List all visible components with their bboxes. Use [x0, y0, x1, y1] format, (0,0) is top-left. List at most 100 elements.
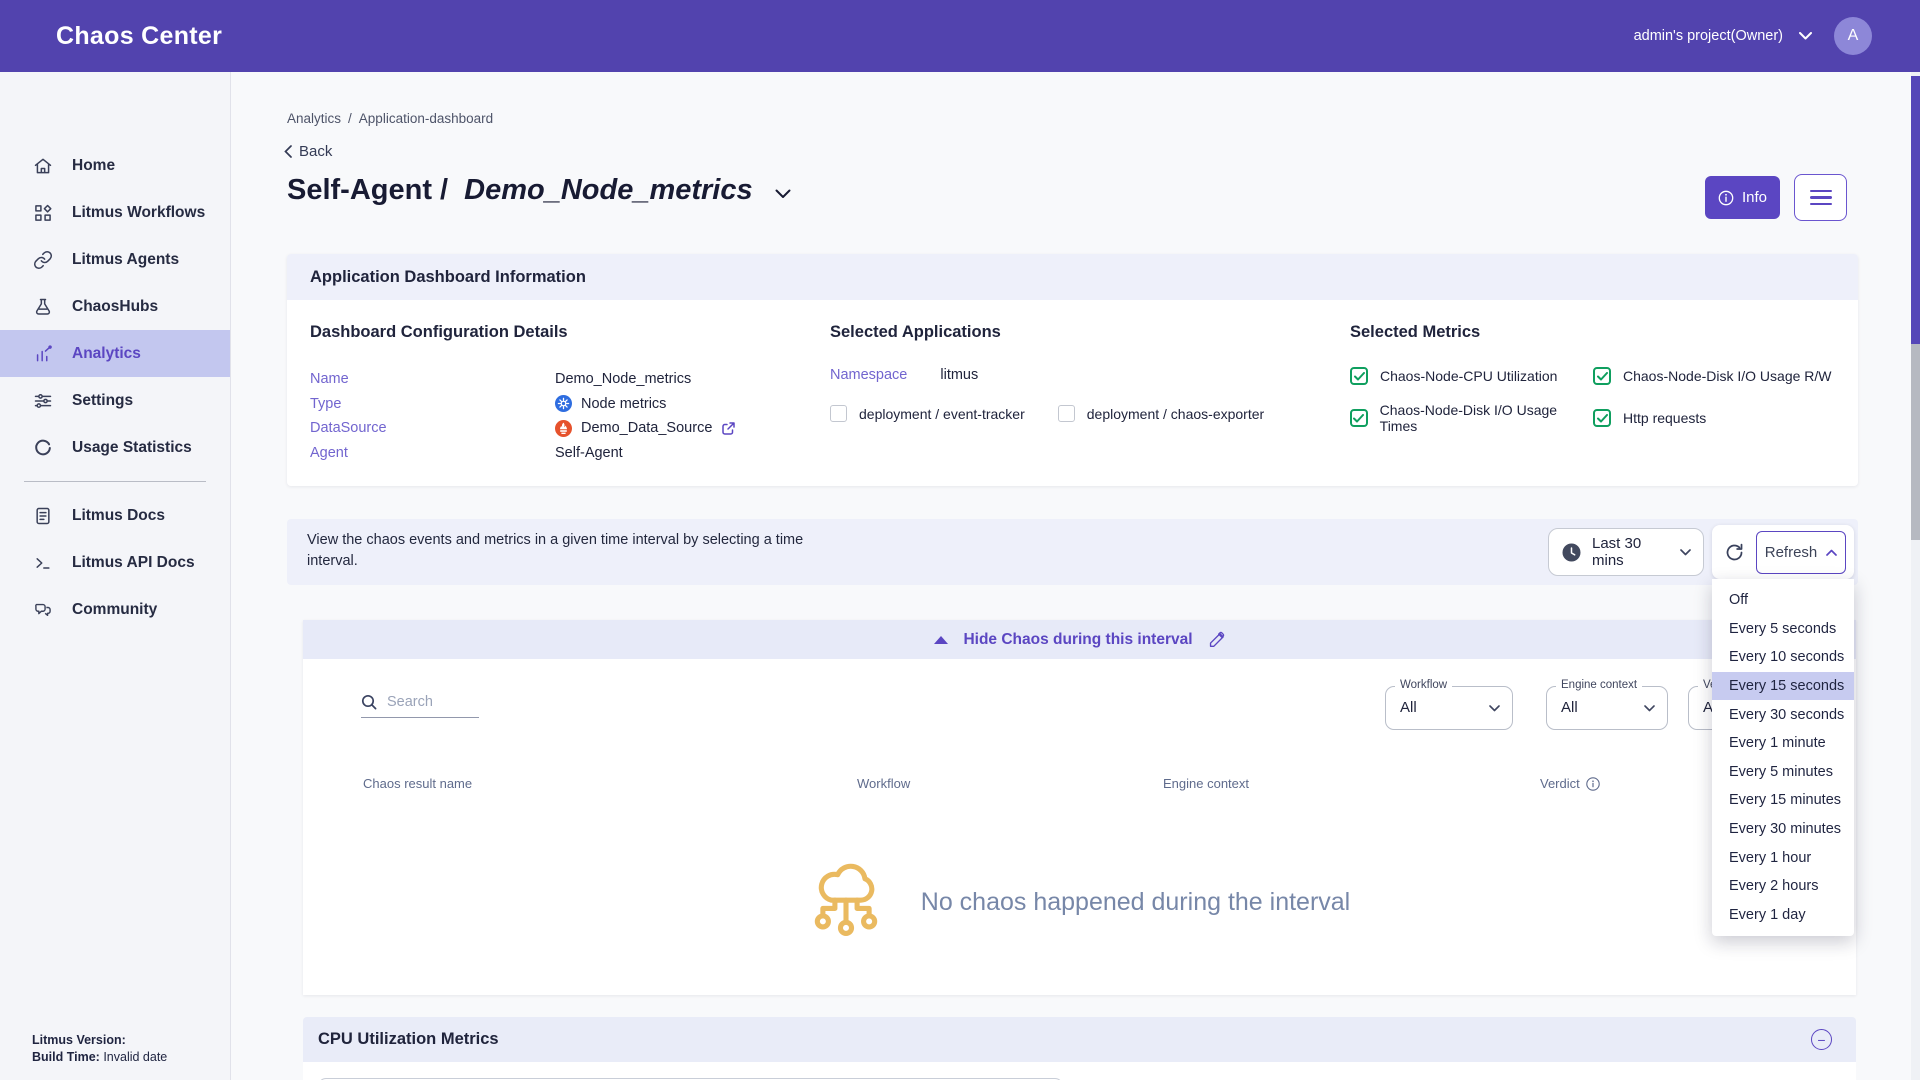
chevron-down-icon — [1799, 32, 1812, 40]
sidebar-item-label: Litmus API Docs — [72, 554, 195, 572]
application-checkbox-event-tracker: deployment / event-tracker — [830, 405, 1025, 422]
sidebar-item-label: Settings — [72, 392, 133, 410]
breadcrumb-application-dashboard[interactable]: Application-dashboard — [359, 111, 493, 126]
info-button[interactable]: Info — [1705, 176, 1780, 219]
checkbox-checked[interactable] — [1593, 367, 1611, 385]
menu-item-every-1-day[interactable]: Every 1 day — [1712, 901, 1854, 930]
menu-item-every-2-hours[interactable]: Every 2 hours — [1712, 872, 1854, 901]
column-header-verdict: Verdict — [1540, 776, 1600, 791]
selected-applications: Selected Applications Namespace litmus d… — [830, 323, 1264, 422]
scrollbar-thumb-secondary[interactable] — [1911, 344, 1920, 540]
column-header-workflow: Workflow — [857, 776, 910, 791]
scrollbar-track[interactable] — [1911, 72, 1920, 1080]
build-time-label: Build Time: — [32, 1050, 100, 1064]
menu-item-every-10-seconds[interactable]: Every 10 seconds — [1712, 643, 1854, 672]
menu-item-every-15-seconds[interactable]: Every 15 seconds — [1712, 672, 1854, 701]
refresh-interval-menu: Off Every 5 seconds Every 10 seconds Eve… — [1712, 579, 1854, 936]
checkbox-checked[interactable] — [1350, 409, 1368, 427]
engine-context-filter-select[interactable]: Engine context All — [1546, 686, 1668, 730]
config-row-datasource: DataSource Demo_Data_Source — [310, 416, 736, 441]
menu-item-every-5-minutes[interactable]: Every 5 minutes — [1712, 758, 1854, 787]
sidebar-item-litmus-agents[interactable]: Litmus Agents — [0, 236, 230, 283]
sidebar-item-label: Analytics — [72, 345, 141, 363]
chevron-left-icon — [284, 145, 292, 158]
breadcrumb-separator: / — [348, 111, 352, 126]
chevron-down-icon[interactable] — [775, 189, 791, 199]
column-header-chaos-result-name: Chaos result name — [363, 776, 472, 791]
cpu-utilization-metrics-body — [303, 1062, 1856, 1080]
hamburger-icon — [1810, 190, 1832, 193]
filter-value: All — [1400, 699, 1417, 716]
dashboard-configuration-details: Dashboard Configuration Details Name Dem… — [310, 323, 736, 465]
sidebar-item-chaoshubs[interactable]: ChaosHubs — [0, 283, 230, 330]
search-input[interactable] — [385, 693, 475, 711]
menu-item-every-1-minute[interactable]: Every 1 minute — [1712, 729, 1854, 758]
scrollbar-thumb[interactable] — [1911, 76, 1920, 344]
sidebar-item-label: Litmus Workflows — [72, 204, 205, 222]
breadcrumb: Analytics / Application-dashboard — [287, 111, 493, 126]
menu-item-off[interactable]: Off — [1712, 586, 1854, 615]
refresh-controls: Refresh — [1712, 525, 1854, 579]
sidebar-item-label: Litmus Agents — [72, 251, 179, 269]
workflows-icon — [33, 203, 53, 223]
menu-item-every-15-minutes[interactable]: Every 15 minutes — [1712, 786, 1854, 815]
dashboard-menu-button[interactable] — [1794, 174, 1847, 221]
build-time-value: Invalid date — [103, 1050, 167, 1064]
chaos-center-app: Chaos Center admin's project(Owner) A Ho… — [0, 0, 1920, 1080]
metric-checkbox-cpu-utilization: Chaos-Node-CPU Utilization — [1350, 367, 1593, 385]
menu-item-every-30-seconds[interactable]: Every 30 seconds — [1712, 700, 1854, 729]
checkbox-checked[interactable] — [1593, 409, 1611, 427]
cpu-utilization-metrics-header: CPU Utilization Metrics − — [303, 1017, 1856, 1062]
sidebar-item-litmus-docs[interactable]: Litmus Docs — [0, 492, 230, 539]
namespace-row: Namespace litmus — [830, 367, 1264, 383]
filter-label: Workflow — [1395, 679, 1452, 691]
clock-icon — [1562, 543, 1581, 562]
sidebar-item-settings[interactable]: Settings — [0, 377, 230, 424]
search-icon — [361, 694, 377, 710]
avatar[interactable]: A — [1834, 17, 1872, 55]
arc-icon — [33, 438, 53, 458]
column-header-engine-context: Engine context — [1163, 776, 1249, 791]
section-title: Selected Metrics — [1350, 323, 1832, 342]
edit-pencil-icon[interactable] — [1208, 631, 1225, 648]
terminal-icon — [33, 553, 53, 573]
time-interval-bar: View the chaos events and metrics in a g… — [287, 519, 1858, 585]
time-range-select[interactable]: Last 30 mins — [1548, 528, 1704, 576]
external-link-icon[interactable] — [721, 421, 736, 436]
refresh-now-button[interactable] — [1712, 542, 1756, 563]
back-link[interactable]: Back — [284, 143, 332, 160]
table-header-row: Chaos result name Workflow Engine contex… — [303, 776, 1856, 802]
workflow-filter-select[interactable]: Workflow All — [1385, 686, 1513, 730]
sidebar-item-label: Home — [72, 157, 115, 175]
checkbox-checked[interactable] — [1350, 367, 1368, 385]
chevron-down-icon — [1644, 705, 1655, 712]
sliders-icon — [33, 391, 53, 411]
cloud-network-icon — [809, 857, 883, 947]
sidebar-item-community[interactable]: Community — [0, 586, 230, 633]
sidebar-item-litmus-api-docs[interactable]: Litmus API Docs — [0, 539, 230, 586]
metric-checkbox-disk-io-times: Chaos-Node-Disk I/O Usage Times — [1350, 402, 1593, 434]
sidebar-item-usage-statistics[interactable]: Usage Statistics — [0, 424, 230, 471]
refresh-button-label: Refresh — [1765, 544, 1818, 561]
menu-item-every-5-seconds[interactable]: Every 5 seconds — [1712, 615, 1854, 644]
sidebar-item-litmus-workflows[interactable]: Litmus Workflows — [0, 189, 230, 236]
menu-item-every-1-hour[interactable]: Every 1 hour — [1712, 843, 1854, 872]
checkbox-unchecked[interactable] — [1058, 405, 1075, 422]
sidebar-item-analytics[interactable]: Analytics — [0, 330, 230, 377]
sidebar-item-home[interactable]: Home — [0, 142, 230, 189]
breadcrumb-analytics[interactable]: Analytics — [287, 111, 341, 126]
cpu-section-title: CPU Utilization Metrics — [318, 1030, 499, 1049]
time-range-value: Last 30 mins — [1592, 535, 1669, 569]
sidebar-item-label: Litmus Docs — [72, 507, 165, 525]
sidebar-item-label: ChaosHubs — [72, 298, 158, 316]
sidebar: Home Litmus Workflows Litmus Agents Chao… — [0, 72, 231, 1080]
collapse-triangle-icon — [934, 636, 948, 644]
refresh-dropdown-button[interactable]: Refresh — [1756, 531, 1846, 574]
avatar-letter: A — [1848, 27, 1859, 45]
checkbox-unchecked[interactable] — [830, 405, 847, 422]
hide-chaos-toggle[interactable]: Hide Chaos during this interval — [303, 620, 1856, 659]
collapse-minus-button[interactable]: − — [1811, 1029, 1832, 1050]
menu-item-every-30-minutes[interactable]: Every 30 minutes — [1712, 815, 1854, 844]
project-selector[interactable]: admin's project(Owner) — [1634, 28, 1812, 44]
page-title-agent: Self-Agent / — [287, 174, 448, 207]
